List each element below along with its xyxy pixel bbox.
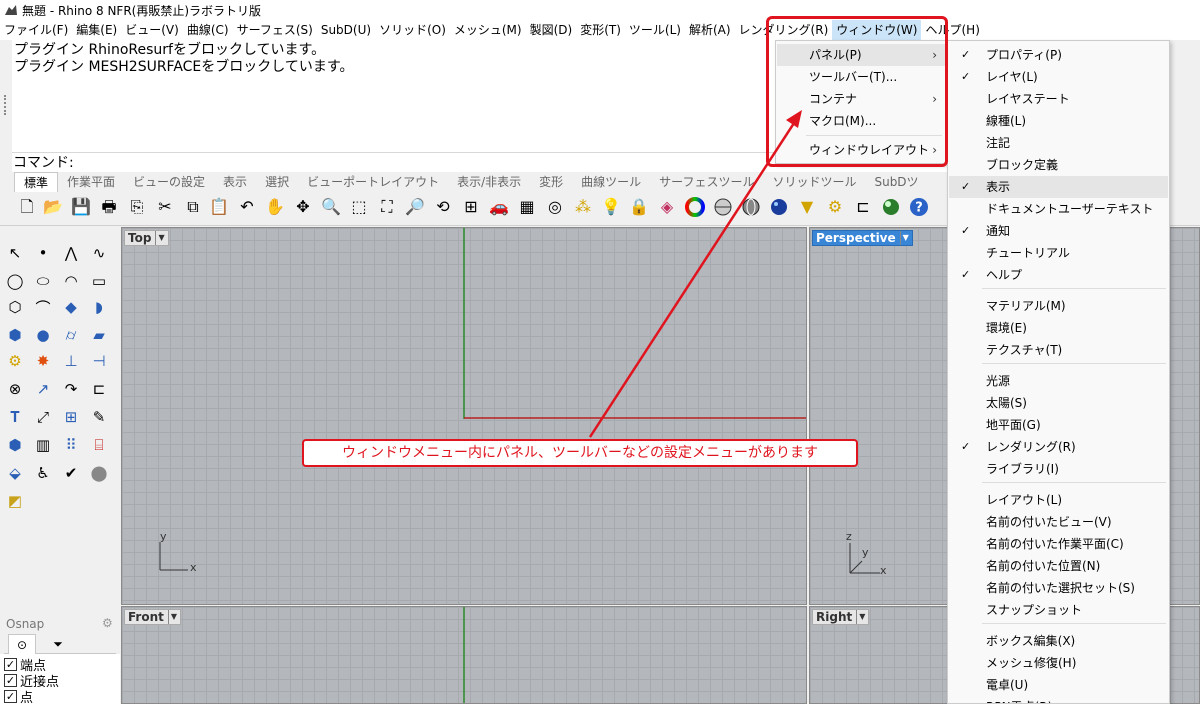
annotation-callout: ウィンドウメニュー内にパネル、ツールバーなどの設定メニューがあります (302, 439, 858, 467)
annotation-arrow (588, 110, 802, 438)
